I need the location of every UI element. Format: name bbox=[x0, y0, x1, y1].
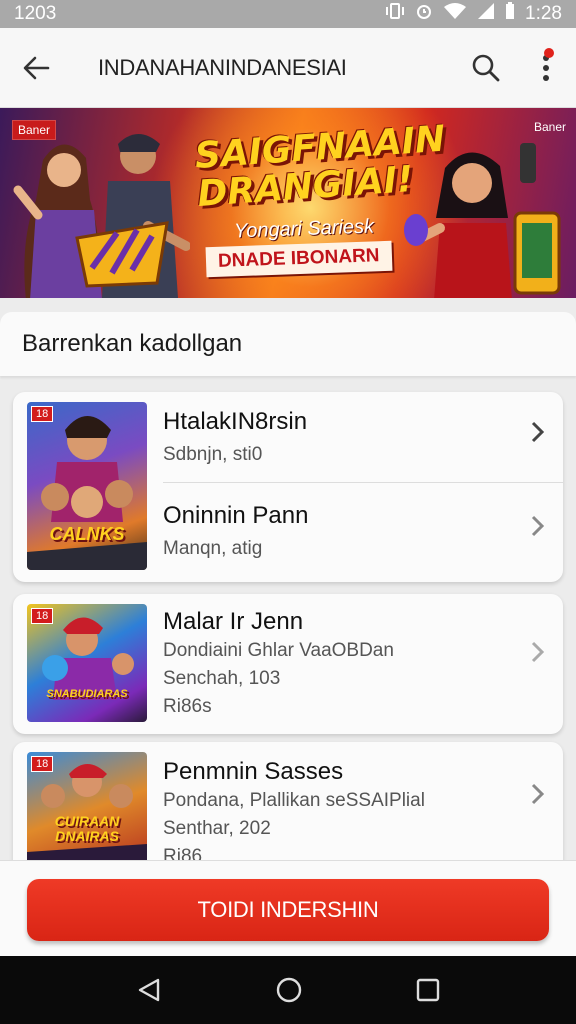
game-thumbnail-2[interactable]: 18 SNABUDIARAS bbox=[27, 604, 147, 722]
section-title: Barrenkan kadollgan bbox=[22, 330, 243, 357]
chevron-right-icon[interactable] bbox=[527, 782, 547, 806]
game-description: Pondana, Plallikan seSSAIPlial bbox=[163, 790, 425, 811]
age-badge: 18 bbox=[31, 406, 54, 422]
vibrate-icon bbox=[385, 2, 405, 26]
section-header: Barrenkan kadollgan bbox=[0, 312, 576, 376]
game-description: Dondiaini Ghlar VaaOBDan bbox=[163, 640, 394, 661]
notification-badge bbox=[544, 47, 554, 58]
game-title[interactable]: HtalakIN8rsin bbox=[163, 408, 307, 436]
search-button[interactable] bbox=[456, 28, 516, 108]
banner-title: SAIGFNAAIN DRANGIAI! bbox=[193, 118, 447, 215]
battery-icon bbox=[505, 2, 515, 26]
game-meta: Senchah, 103 bbox=[163, 668, 281, 689]
chevron-right-icon[interactable] bbox=[527, 640, 547, 664]
thumbnail-logo: CUIRAAN DNAIRAS bbox=[54, 813, 120, 844]
wifi-icon bbox=[443, 2, 467, 26]
status-time-right: 1:28 bbox=[525, 3, 562, 24]
status-icons: 1:28 bbox=[385, 2, 562, 26]
nav-back-icon[interactable] bbox=[136, 977, 162, 1003]
item-divider bbox=[163, 482, 563, 483]
banner-gold-chest bbox=[75, 221, 169, 288]
game-card-2[interactable]: 18 SNABUDIARAS Malar Ir Jenn Dondiaini G… bbox=[13, 594, 563, 734]
status-time-left: 1203 bbox=[14, 3, 57, 24]
age-badge: 18 bbox=[31, 756, 54, 772]
chevron-right-icon[interactable] bbox=[527, 514, 547, 538]
nav-recents-icon[interactable] bbox=[416, 978, 440, 1002]
back-button[interactable] bbox=[0, 28, 72, 108]
search-icon bbox=[472, 54, 500, 81]
banner-tag-right: Baner bbox=[533, 120, 566, 134]
game-title[interactable]: Oninnin Pann bbox=[163, 502, 308, 530]
game-thumbnail-3[interactable]: 18 CUIRAAN DNAIRAS bbox=[27, 752, 147, 870]
game-title: Penmnin Sasses bbox=[163, 758, 344, 785]
game-meta: Sdbnjn, sti0 bbox=[163, 444, 263, 465]
thumbnail-logo: SNABUDIARAS bbox=[46, 688, 128, 700]
banner-phone-art bbox=[513, 211, 561, 295]
status-bar: 1203 1:28 bbox=[0, 0, 576, 28]
back-arrow-icon bbox=[23, 56, 50, 79]
more-menu-button[interactable] bbox=[516, 28, 576, 108]
alarm-icon bbox=[415, 2, 433, 26]
promo-banner[interactable]: Baner Baner SAIGFNAAIN DRANGIAI! Yongari… bbox=[0, 108, 576, 298]
system-nav-bar bbox=[0, 956, 576, 1024]
game-size: Ri86s bbox=[163, 696, 212, 717]
game-thumbnail-1[interactable]: 18 CALNKS bbox=[27, 402, 147, 570]
banner-tag-left: Baner bbox=[12, 120, 57, 140]
game-meta: Manqn, atig bbox=[163, 538, 263, 559]
cta-area: TOIDI INDERSHIN bbox=[0, 860, 576, 956]
game-meta: Senthar, 202 bbox=[163, 818, 271, 839]
signal-icon bbox=[477, 2, 495, 26]
thumbnail-logo: CALNKS bbox=[49, 524, 125, 544]
game-title: Malar Ir Jenn bbox=[163, 608, 304, 635]
age-badge: 18 bbox=[31, 608, 54, 624]
chevron-right-icon[interactable] bbox=[527, 420, 547, 444]
nav-home-icon[interactable] bbox=[275, 976, 303, 1004]
primary-action-button[interactable]: TOIDI INDERSHIN bbox=[27, 879, 549, 941]
page-title: INDANAHANINDANESIAI bbox=[98, 54, 347, 80]
banner-subtitle: Yongari Sariesk bbox=[233, 215, 375, 243]
game-card-1: 18 CALNKS HtalakIN8rsin Sdbnjn, sti0 Oni… bbox=[13, 392, 563, 582]
app-bar: INDANAHANINDANESIAI bbox=[0, 28, 576, 108]
